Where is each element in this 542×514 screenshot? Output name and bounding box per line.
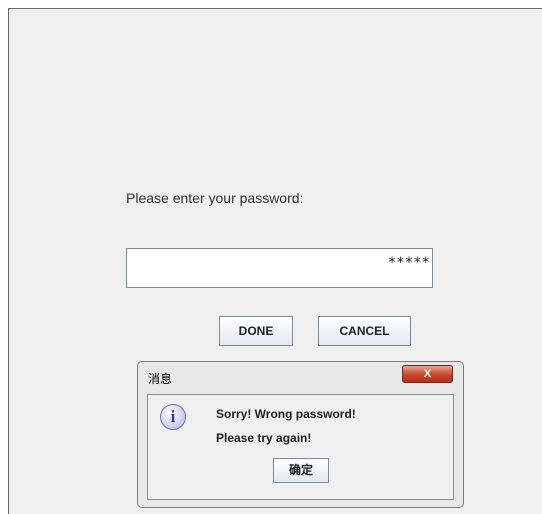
ok-button[interactable]: 确定 [273, 458, 329, 483]
error-message-line-2: Please try again! [216, 431, 312, 445]
info-icon: i [160, 404, 186, 430]
password-field[interactable]: ***** [126, 248, 433, 288]
done-button[interactable]: DONE [219, 316, 293, 346]
dialog-body: i Sorry! Wrong password! Please try agai… [147, 394, 454, 500]
app-window: Please enter your password: ***** DONE C… [0, 0, 542, 514]
cancel-button[interactable]: CANCEL [318, 316, 411, 346]
close-icon: X [423, 368, 432, 380]
message-dialog: 消息 X i Sorry! Wrong password! Please try… [137, 361, 464, 508]
dialog-title: 消息 [148, 372, 173, 386]
error-message-line-1: Sorry! Wrong password! [216, 407, 356, 421]
dialog-close-button[interactable]: X [402, 365, 453, 383]
password-prompt-label: Please enter your password: [126, 190, 304, 206]
